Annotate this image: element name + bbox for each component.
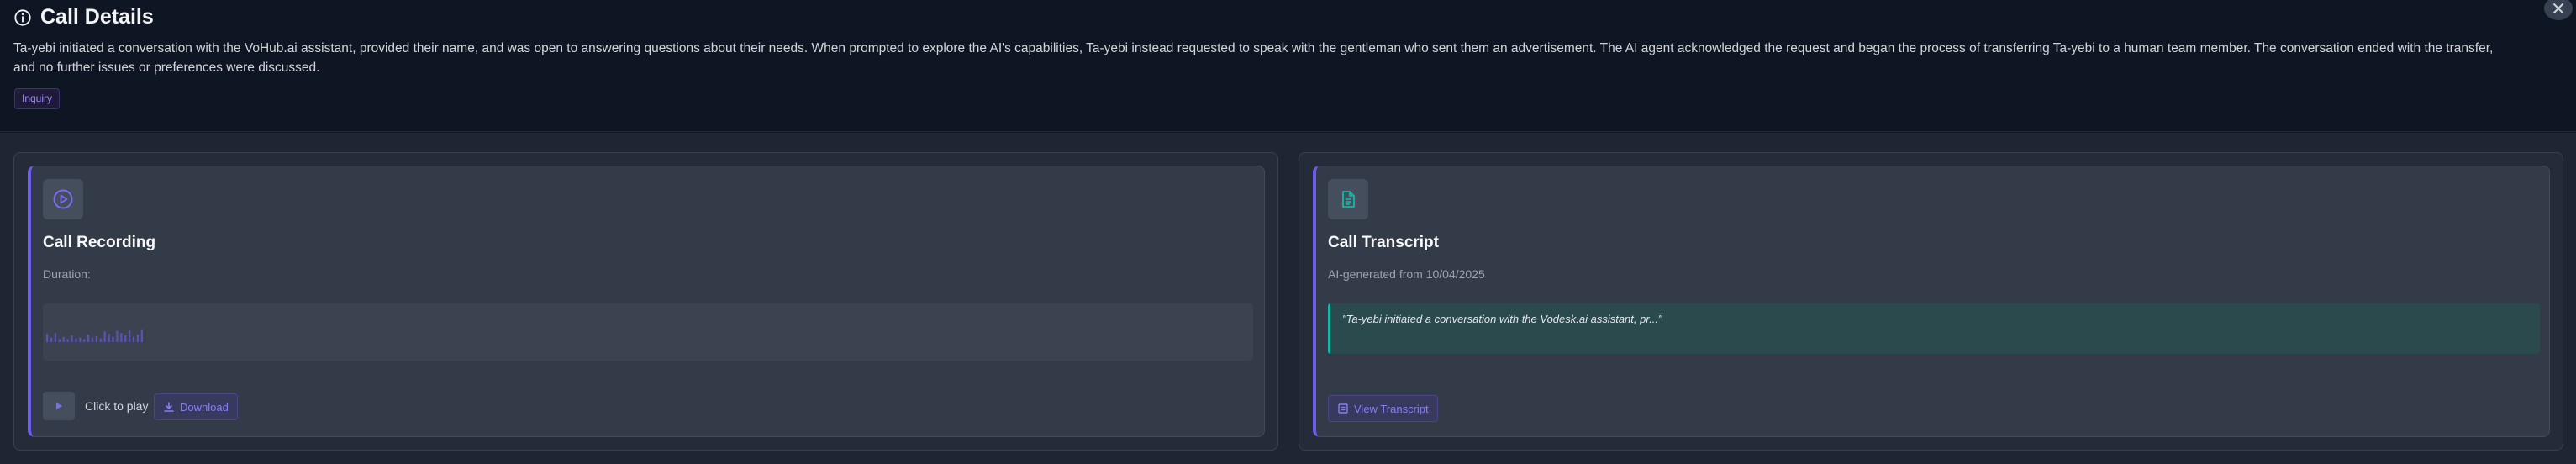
call-details-header: Call Details Ta-yebi initiated a convers… xyxy=(0,0,2576,132)
waveform-bar xyxy=(87,335,90,342)
waveform-bar xyxy=(99,338,102,342)
waveform-bar xyxy=(132,336,135,342)
transcript-icon-box xyxy=(1328,179,1368,219)
download-button[interactable]: Download xyxy=(154,393,238,420)
recording-card: Call Recording Duration: Click to play D… xyxy=(28,166,1265,437)
play-circle-icon xyxy=(53,189,73,209)
waveform-bar xyxy=(116,330,119,342)
page-title: Call Details xyxy=(40,5,154,29)
transcript-quote: "Ta-yebi initiated a conversation with t… xyxy=(1342,313,1662,325)
waveform-bar xyxy=(46,334,49,342)
waveform-bar xyxy=(124,335,127,342)
title-row: Call Details xyxy=(13,5,154,29)
waveform-bar xyxy=(50,337,53,342)
waveform-bar xyxy=(120,333,123,342)
waveform-bar xyxy=(140,329,143,342)
transcript-title: Call Transcript xyxy=(1328,234,1439,251)
waveform-bar xyxy=(54,333,56,342)
waveform-bar xyxy=(95,335,97,342)
waveform-bar xyxy=(108,334,110,342)
waveform-bar xyxy=(71,335,73,342)
play-button[interactable] xyxy=(43,392,75,420)
waveform-bar xyxy=(103,331,106,342)
waveform-bar xyxy=(112,336,114,342)
call-summary: Ta-yebi initiated a conversation with th… xyxy=(13,41,2494,75)
recording-panel: Call Recording Duration: Click to play D… xyxy=(13,152,1278,451)
waveform-bar xyxy=(75,338,77,342)
waveform-bar xyxy=(66,339,69,342)
click-to-play-label: Click to play xyxy=(85,399,149,413)
waveform-bar xyxy=(136,335,139,342)
close-icon xyxy=(2553,3,2563,13)
waveform-bar xyxy=(129,330,131,342)
view-transcript-label: View Transcript xyxy=(1354,402,1429,415)
transcript-preview: "Ta-yebi initiated a conversation with t… xyxy=(1328,303,2540,354)
list-icon xyxy=(1338,403,1348,414)
category-badge: Inquiry xyxy=(14,88,61,109)
audio-waveform[interactable] xyxy=(43,303,1253,361)
waveform-bars xyxy=(46,329,143,342)
recording-icon-box xyxy=(43,179,83,219)
transcript-panel: Call Transcript AI-generated from 10/04/… xyxy=(1299,152,2563,451)
play-icon xyxy=(56,403,62,409)
details-body: Call Recording Duration: Click to play D… xyxy=(0,133,2576,464)
download-label: Download xyxy=(180,400,229,414)
waveform-bar xyxy=(79,337,82,342)
info-icon xyxy=(14,8,31,26)
waveform-bar xyxy=(58,339,61,342)
document-icon xyxy=(1342,191,1355,208)
waveform-bar xyxy=(91,337,94,342)
duration-label: Duration: xyxy=(43,267,91,281)
transcript-subtitle: AI-generated from 10/04/2025 xyxy=(1328,267,1485,281)
download-icon xyxy=(164,402,174,412)
waveform-bar xyxy=(83,339,86,342)
view-transcript-button[interactable]: View Transcript xyxy=(1328,395,1438,422)
transcript-card: Call Transcript AI-generated from 10/04/… xyxy=(1313,166,2550,437)
recording-title: Call Recording xyxy=(43,234,156,251)
waveform-bar xyxy=(62,336,65,342)
close-button[interactable] xyxy=(2544,0,2573,20)
